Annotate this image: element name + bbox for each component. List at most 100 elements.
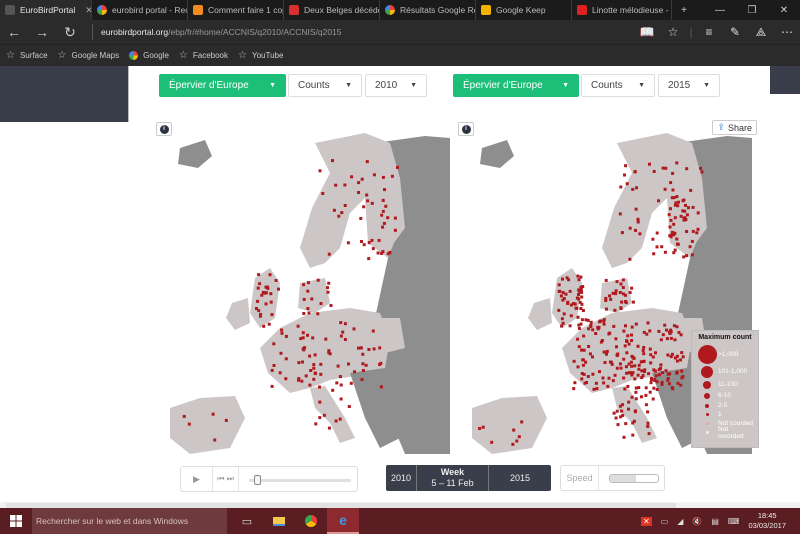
observation-dot: [633, 364, 637, 368]
observation-dot: [577, 278, 581, 282]
favorite-surface[interactable]: ☆ Surface: [6, 50, 48, 61]
address-domain: eurobirdportal.org: [101, 27, 169, 37]
observation-dot: [659, 338, 663, 342]
tab-comment-faire[interactable]: Comment faire 1 cop: [188, 0, 284, 20]
share-button[interactable]: ⇪ Share: [712, 120, 757, 135]
map-2010[interactable]: i: [150, 118, 450, 454]
left-year-select[interactable]: 2010 ▼: [365, 74, 427, 97]
favorite-youtube[interactable]: ☆ YouTube: [238, 50, 283, 61]
wifi-icon[interactable]: ◢: [677, 517, 683, 526]
observation-dot: [338, 417, 342, 421]
tab-eurobirdportal[interactable]: EuroBirdPortal ✕: [0, 0, 92, 20]
tab-deux-belges[interactable]: Deux Belges décéder: [284, 0, 380, 20]
share-upload-icon: ⇪: [717, 122, 725, 132]
legend-dot-icon: [701, 365, 713, 378]
observation-dot: [597, 325, 601, 329]
observation-dot: [663, 250, 667, 254]
observation-dot: [675, 161, 679, 165]
start-button[interactable]: [0, 508, 32, 534]
info-button[interactable]: i: [156, 122, 172, 136]
taskbar-search-box[interactable]: Rechercher sur le web et dans Windows: [32, 508, 227, 534]
volume-muted-icon[interactable]: 🔇: [692, 517, 702, 526]
minimize-button[interactable]: —: [704, 0, 736, 20]
observation-dot: [560, 324, 564, 328]
observation-dot: [224, 418, 228, 422]
chrome-icon[interactable]: [295, 508, 327, 534]
observation-dot: [688, 245, 692, 249]
share-icon[interactable]: ⟁: [748, 25, 774, 40]
observation-dot: [655, 388, 659, 391]
web-note-icon[interactable]: ✎: [722, 25, 748, 39]
observation-dot: [383, 188, 386, 192]
forward-button[interactable]: →: [28, 20, 56, 44]
tab-eurobird-search[interactable]: eurobird portal - Recl: [92, 0, 188, 20]
play-button[interactable]: ▶: [181, 467, 213, 491]
observation-dot: [353, 370, 356, 374]
favorite-star-icon[interactable]: ☆: [660, 25, 686, 39]
observation-dot: [337, 214, 341, 218]
favorite-facebook[interactable]: ☆ Facebook: [179, 50, 228, 61]
observation-dot: [633, 170, 637, 174]
left-species-select[interactable]: Épervier d'Europe ▼: [159, 74, 286, 97]
observation-dot: [300, 379, 304, 383]
observation-dot: [657, 368, 661, 372]
site-favicon-icon: [193, 5, 203, 15]
observation-dot: [672, 324, 676, 328]
close-tab-icon[interactable]: ✕: [75, 5, 91, 16]
slider-handle[interactable]: [253, 475, 261, 485]
reading-view-icon[interactable]: 📖: [634, 25, 660, 39]
favorite-label: Surface: [19, 51, 48, 60]
observation-dot: [665, 337, 669, 341]
right-species-select[interactable]: Épervier d'Europe ▼: [453, 74, 579, 97]
battery-icon[interactable]: ▭: [661, 517, 669, 526]
new-tab-button[interactable]: +: [672, 0, 696, 20]
hub-icon[interactable]: ≡: [696, 25, 722, 39]
taskbar-clock[interactable]: 18:45 03/03/2017: [748, 511, 786, 531]
observation-dot: [517, 435, 521, 439]
observation-dot: [302, 297, 306, 301]
notifications-icon[interactable]: ▤: [711, 517, 719, 526]
observation-dot: [272, 364, 276, 367]
observation-dot: [306, 289, 310, 293]
info-button[interactable]: i: [458, 122, 474, 136]
tab-resultats-google[interactable]: Résultats Google Rec: [380, 0, 476, 20]
map-2015[interactable]: i ⇪ Share Maximum count >1,000 101-1,000 …: [452, 118, 767, 454]
tab-linotte[interactable]: Linotte mélodieuse -: [572, 0, 672, 20]
left-measure-select[interactable]: Counts ▼: [288, 74, 362, 97]
uncovered-land-region: [480, 140, 514, 168]
observation-dot: [379, 361, 383, 365]
more-icon[interactable]: ⋯: [774, 25, 800, 39]
observation-dot: [672, 251, 676, 255]
antivirus-tray-icon[interactable]: ✕: [640, 516, 652, 526]
speed-slider[interactable]: [609, 473, 659, 483]
back-button[interactable]: ←: [0, 20, 28, 44]
observation-dot: [580, 302, 584, 306]
observation-dot: [577, 345, 581, 349]
google-icon: [385, 5, 395, 15]
caret-down-icon: ▼: [410, 82, 417, 89]
address-bar[interactable]: eurobirdportal.org/ebp/fr/#home/ACCNIS/q…: [92, 24, 612, 40]
tab-google-keep[interactable]: Google Keep: [476, 0, 572, 20]
observation-dot: [619, 366, 623, 370]
observation-dot: [329, 304, 333, 307]
right-measure-select[interactable]: Counts ▼: [581, 74, 655, 97]
observation-dot: [624, 300, 627, 303]
edge-icon[interactable]: e: [327, 508, 359, 534]
legend-label: Not recorded: [718, 425, 744, 440]
timeline-slider[interactable]: [239, 467, 357, 491]
observation-dot: [366, 199, 370, 203]
step-buttons[interactable]: ⏮ ⏭: [213, 467, 239, 491]
observation-dot: [630, 325, 634, 329]
favorite-google[interactable]: Google: [129, 51, 169, 60]
observation-dot: [327, 426, 331, 430]
right-year-select[interactable]: 2015 ▼: [658, 74, 720, 97]
file-explorer-icon[interactable]: [263, 508, 295, 534]
restore-button[interactable]: ❐: [736, 0, 768, 20]
refresh-button[interactable]: ↻: [56, 20, 84, 44]
favorite-google-maps[interactable]: ☆ Google Maps: [58, 50, 120, 61]
observation-dot: [623, 173, 626, 177]
task-view-icon[interactable]: ▭: [231, 508, 263, 534]
observation-dot: [370, 201, 374, 205]
close-window-button[interactable]: ✕: [768, 0, 800, 20]
keyboard-icon[interactable]: ⌨: [728, 517, 740, 526]
